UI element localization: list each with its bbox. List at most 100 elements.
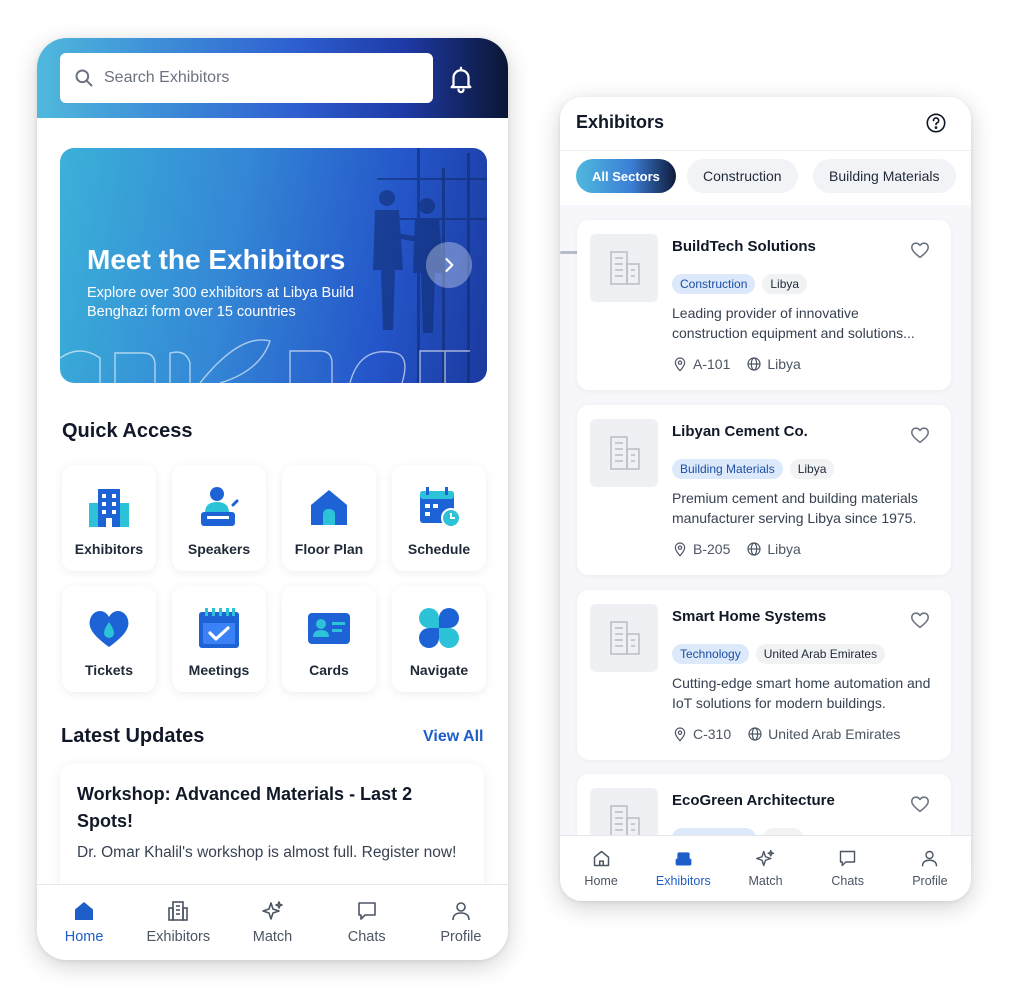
page-title: Exhibitors: [576, 112, 665, 132]
booth-number: A-101: [693, 356, 731, 372]
exhibitor-logo: [590, 604, 658, 672]
sparkle-icon: [261, 901, 283, 920]
nav-label: Home: [64, 929, 104, 945]
quick-access-meetings[interactable]: Meetings: [172, 586, 266, 692]
exhibitor-tags: Construction Libya: [672, 274, 808, 294]
nav-home[interactable]: Home: [37, 885, 131, 960]
quick-access-label: Speakers: [187, 541, 251, 557]
building-placeholder-icon: [610, 251, 640, 285]
quick-access-navigate[interactable]: Navigate: [392, 586, 486, 692]
exhibitors-screen: Exhibitors All Sectors Construction Buil…: [560, 97, 971, 901]
nav-label: Exhibitors: [655, 874, 711, 888]
building-icon: [675, 852, 692, 866]
exhibitor-location: United Arab Emirates: [768, 726, 901, 742]
update-body: Dr. Omar Khalil's workshop is almost ful…: [77, 844, 457, 861]
chip-construction[interactable]: Construction: [687, 159, 798, 193]
country-tag: Libya: [762, 274, 808, 294]
exhibitors-banner[interactable]: Meet the Exhibitors Explore over 300 exh…: [60, 148, 487, 383]
globe-icon: [747, 542, 761, 556]
nav-profile[interactable]: Profile: [889, 836, 971, 901]
quick-access-schedule[interactable]: Schedule: [392, 465, 486, 571]
home-screen: Search Exhibitors Meet the Exhibitors Ex…: [37, 38, 508, 960]
help-icon[interactable]: [925, 112, 947, 134]
clover-icon: [419, 608, 459, 648]
bell-icon[interactable]: [446, 63, 476, 95]
exhibitor-name: Smart Home Systems: [672, 608, 827, 625]
nav-label: Chats: [347, 929, 386, 945]
exhibitor-meta: C-310 United Arab Emirates: [672, 726, 900, 742]
quick-access-label: Meetings: [188, 662, 250, 678]
exhibitor-location: Libya: [767, 356, 801, 372]
quick-access-label: Floor Plan: [294, 541, 364, 557]
sector-tag: Building Materials: [672, 459, 783, 479]
nav-label: Profile: [912, 874, 948, 888]
calendar-check-icon: [199, 608, 239, 648]
map-pin-icon: [674, 357, 686, 372]
sector-tag: Technology: [672, 644, 749, 664]
heart-icon[interactable]: [909, 793, 931, 815]
update-title: Workshop: Advanced Materials - Last 2 Sp…: [77, 784, 413, 831]
exhibitor-name: Libyan Cement Co.: [672, 423, 808, 440]
nav-label: Home: [584, 874, 618, 888]
banner-next-button[interactable]: [426, 242, 472, 288]
map-pin-icon: [674, 727, 686, 742]
exhibitor-description: Cutting-edge smart home automation and I…: [672, 675, 931, 711]
quick-access-label: Schedule: [407, 541, 471, 557]
nav-match[interactable]: Match: [225, 885, 319, 960]
heart-ticket-icon: [89, 611, 129, 647]
exhibitor-card[interactable]: Libyan Cement Co. Building Materials Lib…: [577, 405, 951, 575]
nav-profile[interactable]: Profile: [414, 885, 508, 960]
quick-access-label: Navigate: [409, 662, 469, 678]
nav-exhibitors[interactable]: Exhibitors: [642, 836, 724, 901]
speaker-icon: [201, 487, 239, 526]
search-input[interactable]: Search Exhibitors: [60, 53, 433, 103]
quick-access-label: Exhibitors: [74, 541, 144, 557]
building-icon: [168, 901, 189, 921]
exhibitor-meta: B-205 Libya: [672, 541, 801, 557]
id-card-icon: [308, 613, 350, 644]
latest-updates-title: Latest Updates: [61, 725, 205, 747]
heart-icon[interactable]: [909, 609, 931, 631]
exhibitor-location: Libya: [767, 541, 801, 557]
update-card[interactable]: Workshop: Advanced Materials - Last 2 Sp…: [60, 764, 484, 904]
exhibitor-name: BuildTech Solutions: [672, 238, 816, 255]
nav-chats[interactable]: Chats: [807, 836, 889, 901]
home-icon: [593, 850, 609, 867]
booth-number: B-205: [693, 541, 731, 557]
heart-icon[interactable]: [909, 239, 931, 261]
nav-label: Profile: [440, 929, 482, 945]
user-icon: [922, 850, 938, 867]
view-all-link[interactable]: View All: [423, 728, 483, 746]
decorative-lines: [60, 339, 470, 383]
exhibitor-description: Leading provider of innovative construct…: [672, 305, 915, 341]
building-placeholder-icon: [610, 436, 640, 470]
banner-subtitle: Explore over 300 exhibitors at Libya Bui…: [87, 285, 354, 320]
nav-exhibitors[interactable]: Exhibitors: [131, 885, 225, 960]
home-icon: [75, 902, 94, 920]
nav-label: Exhibitors: [146, 929, 211, 945]
chip-building-materials[interactable]: Building Materials: [813, 159, 956, 193]
exhibitor-tags: Technology United Arab Emirates: [672, 644, 886, 664]
nav-chats[interactable]: Chats: [320, 885, 414, 960]
quick-access-cards[interactable]: Cards: [282, 586, 376, 692]
calendar-clock-icon: [420, 487, 461, 528]
exhibitor-tags: Building Materials Libya: [672, 459, 835, 479]
building-icon: [89, 489, 129, 527]
country-tag: Libya: [789, 459, 835, 479]
sector-filter-bar: All Sectors Construction Building Materi…: [560, 151, 971, 254]
nav-home[interactable]: Home: [560, 836, 642, 901]
globe-icon: [747, 357, 761, 371]
heart-icon[interactable]: [909, 424, 931, 446]
quick-access-floor-plan[interactable]: Floor Plan: [282, 465, 376, 571]
chip-all-sectors[interactable]: All Sectors: [576, 159, 676, 193]
nav-match[interactable]: Match: [724, 836, 806, 901]
country-tag: United Arab Emirates: [755, 644, 886, 664]
quick-access-exhibitors[interactable]: Exhibitors: [62, 465, 156, 571]
quick-access-tickets[interactable]: Tickets: [62, 586, 156, 692]
exhibitor-card[interactable]: BuildTech Solutions Construction Libya L…: [577, 220, 951, 390]
quick-access-title: Quick Access: [62, 420, 193, 442]
quick-access-speakers[interactable]: Speakers: [172, 465, 266, 571]
search-icon: [75, 69, 93, 87]
nav-label: Match: [252, 929, 293, 945]
exhibitor-card[interactable]: Smart Home Systems Technology United Ara…: [577, 590, 951, 760]
